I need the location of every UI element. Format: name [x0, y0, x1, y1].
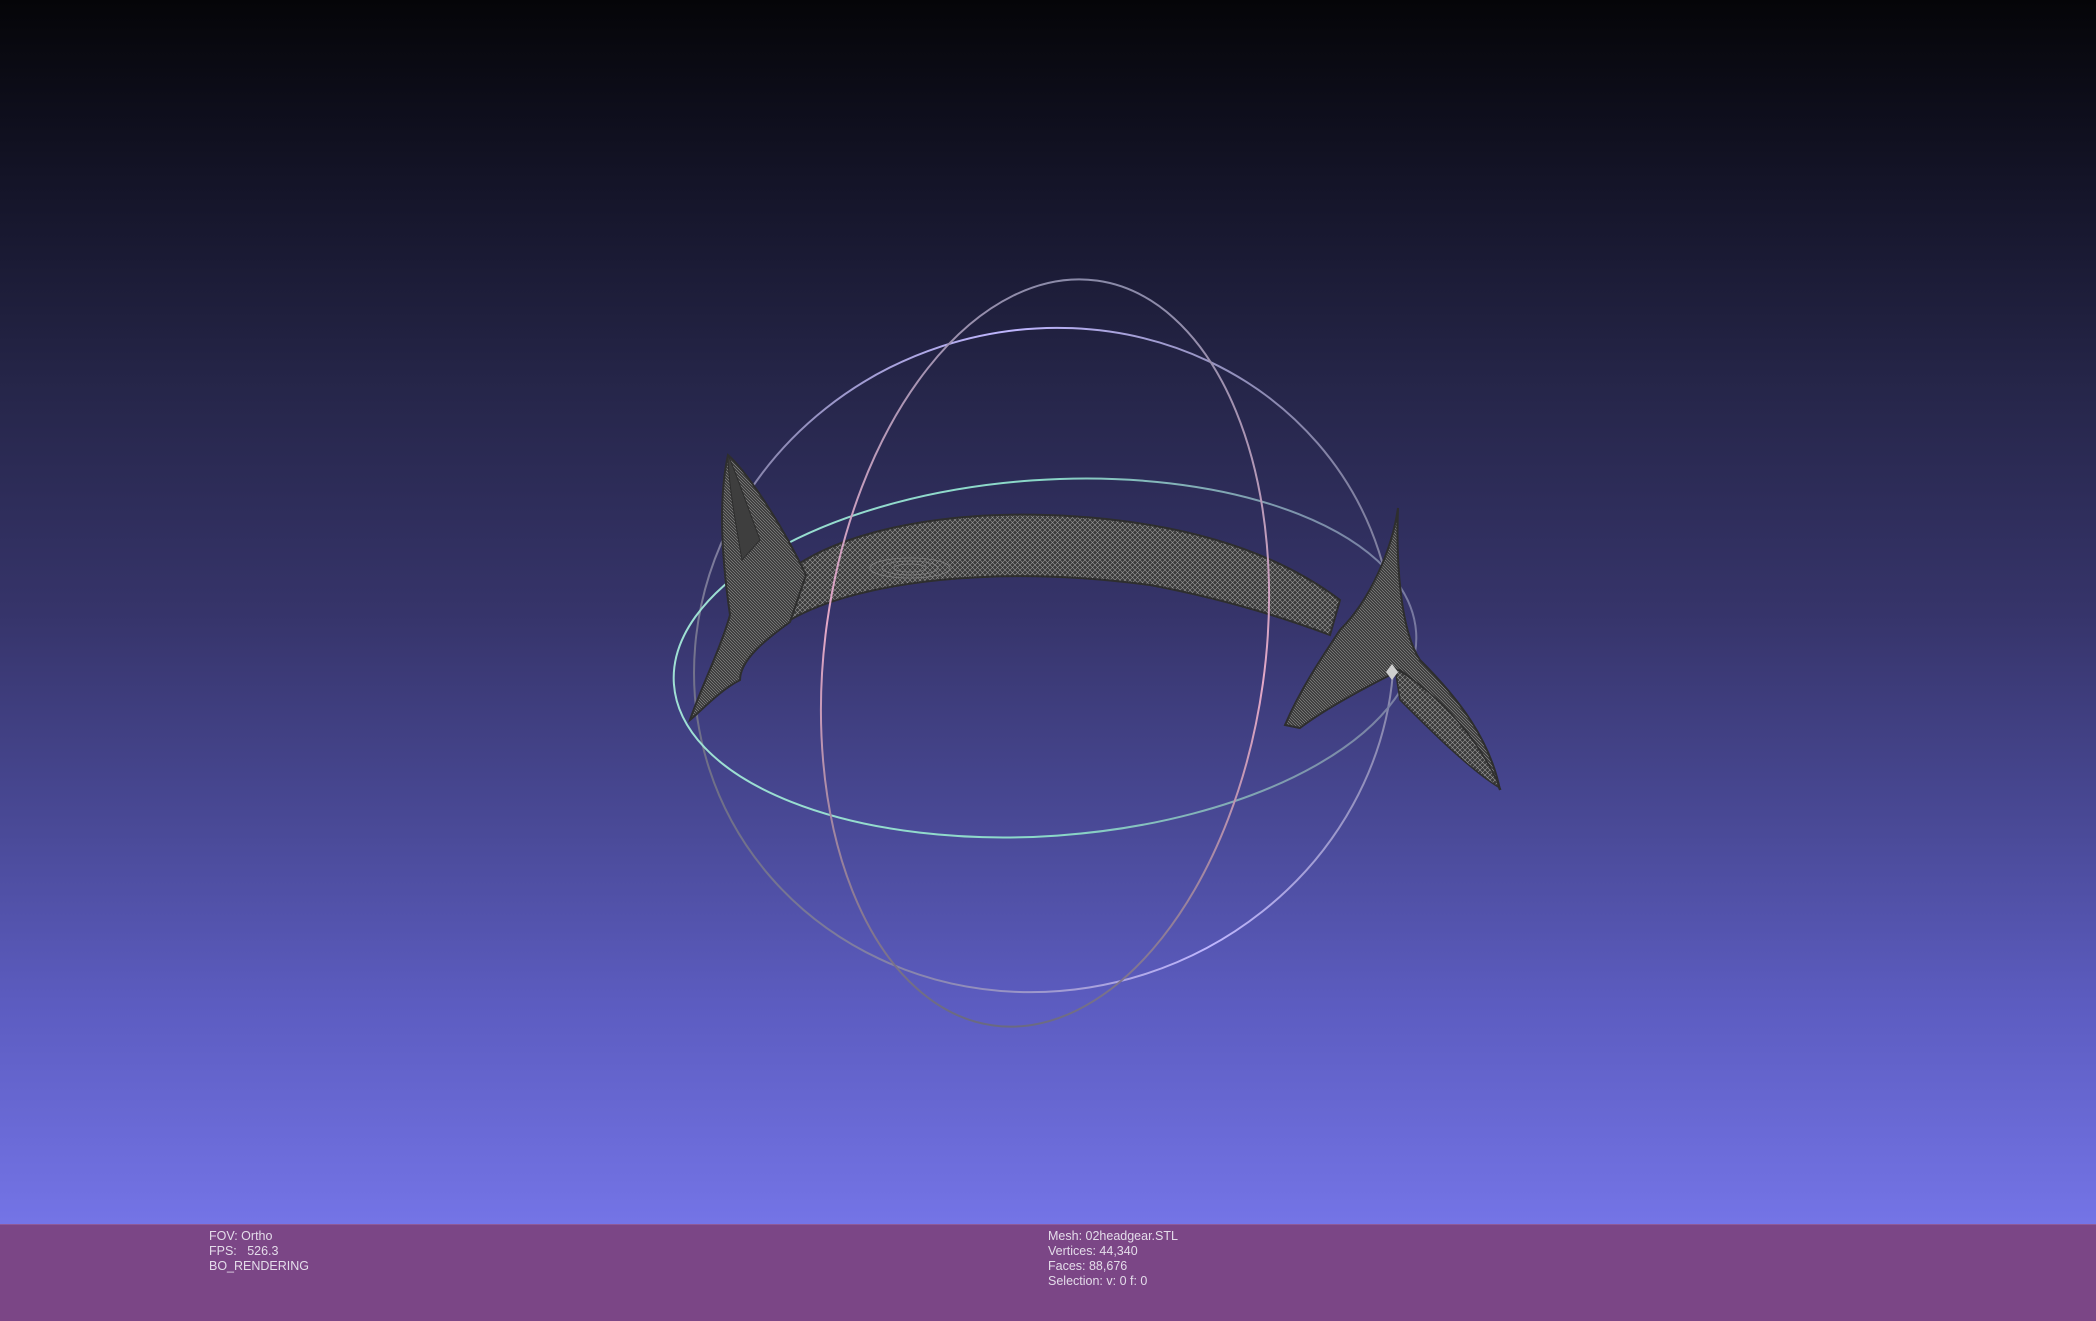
info-bar: FOV: Ortho FPS: 526.3 BO_RENDERING Mesh:… [0, 1224, 2096, 1321]
mesh-left-fin [687, 453, 808, 723]
mesh-right-fin-tail [1394, 666, 1502, 790]
trackball-front[interactable] [775, 250, 1315, 1056]
vertices-label: Vertices: 44,340 [1048, 1244, 1138, 1258]
render-mode-label: BO_RENDERING [209, 1259, 310, 1273]
fps-label: FPS: 526.3 [209, 1244, 279, 1258]
scene-canvas[interactable] [0, 0, 2096, 1224]
mesh-arch-band [768, 513, 1342, 637]
selection-label: Selection: v: 0 f: 0 [1048, 1274, 1148, 1288]
mesh-info: Mesh: 02headgear.STL Vertices: 44,340 Fa… [1048, 1229, 1178, 1289]
faces-label: Faces: 88,676 [1048, 1259, 1128, 1273]
fov-label: FOV: Ortho [209, 1229, 273, 1243]
3d-viewport[interactable] [0, 0, 2096, 1224]
render-info: FOV: Ortho FPS: 526.3 BO_RENDERING [209, 1229, 309, 1274]
mesh-headgear[interactable] [687, 453, 1502, 791]
trackball-x-ring[interactable] [775, 250, 1315, 1056]
mesh-name-label: Mesh: 02headgear.STL [1048, 1229, 1178, 1243]
